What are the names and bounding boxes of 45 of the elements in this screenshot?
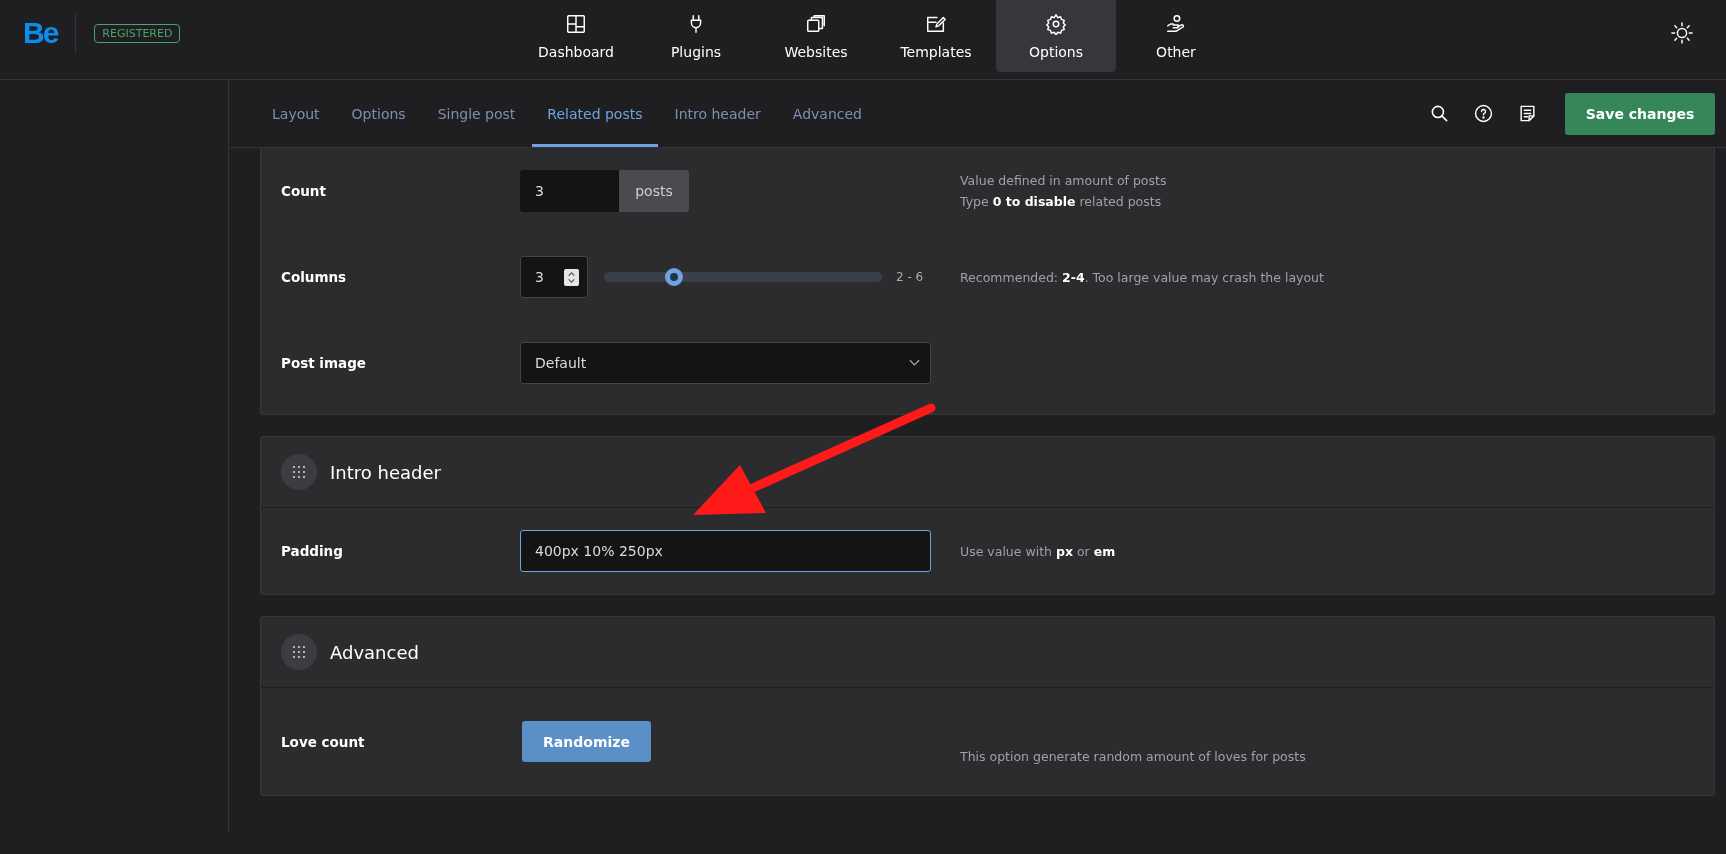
nav-item[interactable]: Options (996, 0, 1116, 72)
field-label: Columns (281, 269, 348, 285)
field-label: Count (281, 183, 327, 199)
field-label: Post image (281, 355, 367, 371)
field-label: Padding (281, 543, 344, 559)
text-input[interactable]: 400px 10% 250px (520, 530, 931, 572)
grid-icon (565, 12, 587, 35)
section-title: Advanced (330, 641, 419, 663)
nav-item[interactable]: Templates (876, 0, 996, 72)
number-input[interactable]: 3 (520, 170, 619, 212)
help-text: Recommended: 2-4. Too large value may crash the layout (960, 269, 1324, 285)
save-button[interactable]: Save changes (1565, 92, 1715, 135)
slider-thumb[interactable] (664, 268, 683, 286)
dropdown[interactable]: Default (520, 342, 931, 384)
help-text: This option generate random amount of loves for posts (960, 749, 1306, 764)
nav-item[interactable]: Other (1116, 0, 1236, 72)
theme-toggle-icon[interactable] (1671, 22, 1693, 44)
spinner-icon[interactable] (564, 268, 579, 286)
help-text: Type 0 to disable related posts (960, 194, 1163, 209)
range-label: 2 - 6 (896, 270, 924, 284)
notes-icon[interactable] (1518, 104, 1537, 123)
tab[interactable]: Layout (257, 80, 335, 147)
help-icon[interactable] (1474, 104, 1493, 123)
drag-handle-icon[interactable] (281, 634, 317, 670)
logo[interactable]: Be (23, 16, 58, 50)
search-icon[interactable] (1430, 104, 1449, 123)
unit-label: posts (619, 170, 689, 212)
tab[interactable]: Options (336, 80, 421, 147)
tab[interactable]: Intro header (659, 80, 776, 147)
tab[interactable]: Single post (422, 80, 531, 147)
field-label: Love count (281, 733, 366, 750)
copies-icon (805, 12, 827, 35)
nav-item[interactable]: Dashboard (516, 0, 636, 72)
nav-item[interactable]: Websites (756, 0, 876, 72)
settings-icon (1045, 12, 1067, 35)
tab[interactable]: Advanced (777, 80, 877, 147)
nav-item[interactable]: Plugins (636, 0, 756, 72)
drag-handle-icon[interactable] (281, 454, 317, 490)
chevron-down-icon (909, 359, 920, 367)
hand-icon (1165, 12, 1187, 35)
status-badge: REGISTERED (94, 23, 181, 43)
section-title: Intro header (330, 461, 441, 483)
help-text: Value defined in amount of posts (960, 173, 1167, 188)
number-input[interactable]: 3 (520, 256, 588, 298)
help-text: Use value with px or em (960, 543, 1116, 559)
